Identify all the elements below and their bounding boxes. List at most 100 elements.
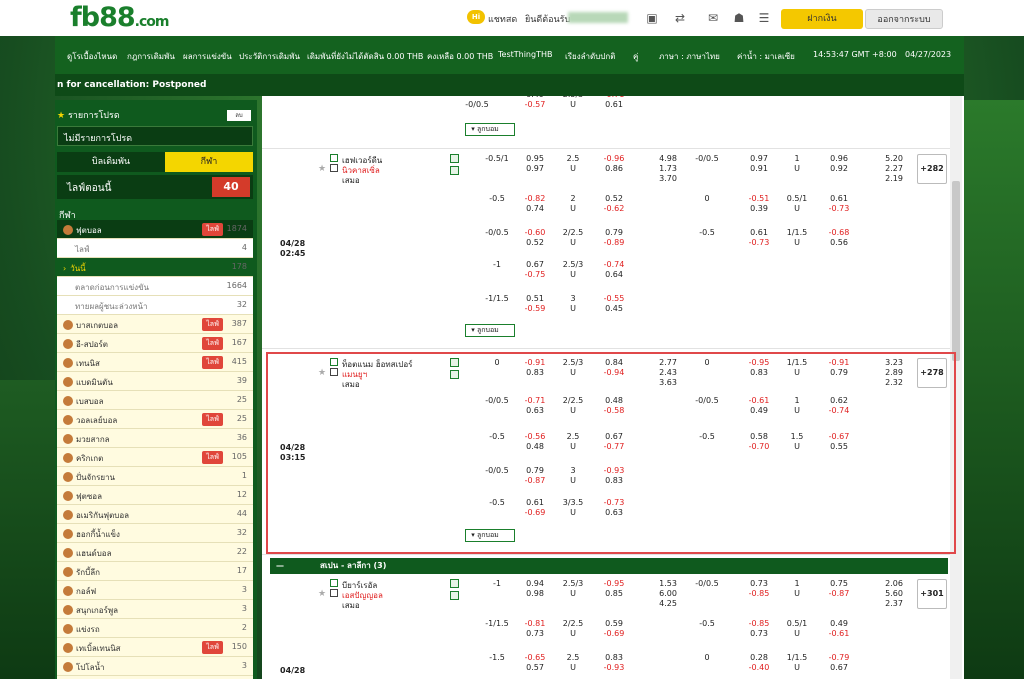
nav-item-history[interactable]: ประวัติการเดิมพัน <box>239 50 300 63</box>
sidebar-sport-row[interactable]: บาสเกตบอล ไลฟ์ 387 <box>57 315 253 334</box>
odds-cell[interactable]: -0.5 <box>687 619 727 628</box>
odds-cell[interactable]: -0.57 <box>524 100 546 109</box>
sidebar-sport-row[interactable]: เทนนิส ไลฟ์ 415 <box>57 353 253 372</box>
sidebar-sport-row[interactable]: กอล์ฟ 3 <box>57 581 253 600</box>
favorite-star-icon[interactable]: ★ <box>318 589 326 599</box>
odds-cell[interactable]: 0.61 <box>828 194 850 203</box>
odds-cell[interactable]: -0.85 <box>748 589 770 598</box>
odds-cell[interactable]: 0.51 <box>524 294 546 303</box>
site-logo[interactable]: fb88.com <box>70 2 169 33</box>
odds-cell[interactable]: U <box>562 663 584 672</box>
odds-cell[interactable]: 0 <box>687 194 727 203</box>
odds-cell[interactable]: 2 <box>562 194 584 203</box>
odds-cell[interactable]: 0.97 <box>748 154 770 163</box>
sidebar-sport-row[interactable]: ฮอกกี้น้ำแข็ง 32 <box>57 524 253 543</box>
league-header[interactable]: — สเปน - ลาลีกา (3) <box>270 558 948 574</box>
odds-cell[interactable]: 0.79 <box>600 228 628 237</box>
nav-item-unsettled[interactable]: เดิมพันที่ยังไม่ได้ตัดสิน 0.00 THB <box>307 50 423 63</box>
show-more-button[interactable]: ▾ ลูกบอม <box>465 123 515 136</box>
odds-cell[interactable]: 0.91 <box>748 164 770 173</box>
odds-cell[interactable]: 2.5/3 <box>562 260 584 269</box>
live-now-row[interactable]: ไลฟ์ตอนนี้ 40 <box>57 175 253 199</box>
odds-cell[interactable]: -0.59 <box>524 304 546 313</box>
language-dropdown[interactable]: ภาษา : ภาษาไทย <box>659 50 720 63</box>
odds-cell[interactable]: 2.5 <box>562 653 584 662</box>
odds-cell[interactable]: 2.5/3 <box>562 579 584 588</box>
odds-cell[interactable]: U <box>786 164 808 173</box>
odds-cell[interactable]: 3 <box>562 294 584 303</box>
odds-cell[interactable]: -0.85 <box>748 619 770 628</box>
odds-cell[interactable]: 0.94 <box>524 579 546 588</box>
nav-item-rules[interactable]: กฎการเดิมพัน <box>127 50 175 63</box>
sidebar-sport-row[interactable]: แข่งรถ 2 <box>57 619 253 638</box>
odds-cell[interactable]: -0/0.5 <box>687 579 727 588</box>
odds-cell[interactable]: -1.5 <box>482 653 512 662</box>
odds-cell[interactable]: 0.96 <box>828 154 850 163</box>
odds-cell[interactable]: -0.62 <box>600 204 628 213</box>
odds-cell[interactable]: 0.49 <box>828 619 850 628</box>
show-more-button[interactable]: ▾ ลูกบอม <box>465 324 515 337</box>
sidebar-sport-row[interactable]: แบดมินตัน 39 <box>57 372 253 391</box>
sidebar-sport-row[interactable]: แฮนด์บอล 22 <box>57 543 253 562</box>
sidebar-sport-row[interactable]: ไลฟ์ 4 <box>57 239 253 258</box>
odds-cell[interactable]: 0.95 <box>524 154 546 163</box>
odds-cell[interactable]: U <box>786 204 808 213</box>
odds-cell[interactable]: 4.98 <box>657 154 679 163</box>
sidebar-sport-row[interactable]: รักบี้ลีก 17 <box>57 562 253 581</box>
wallet-icon[interactable]: ▣ <box>644 10 660 26</box>
odds-cell[interactable]: -0.89 <box>600 238 628 247</box>
odds-cell[interactable]: U <box>786 629 808 638</box>
odds-cell[interactable]: -0.81 <box>524 619 546 628</box>
odds-cell[interactable]: 1/1.5 <box>786 653 808 662</box>
odds-cell[interactable]: -0.79 <box>828 653 850 662</box>
odds-cell[interactable]: 6.00 <box>657 589 679 598</box>
odds-cell[interactable]: -1/1.5 <box>482 294 512 303</box>
odds-cell[interactable]: -0.69 <box>600 629 628 638</box>
odds-cell[interactable]: 0.98 <box>524 589 546 598</box>
odds-cell[interactable]: 2/2.5 <box>562 619 584 628</box>
sidebar-sport-row[interactable]: โปโลน้ำ 3 <box>57 657 253 676</box>
more-markets-button[interactable]: +301 <box>917 579 947 609</box>
tab-sports[interactable]: กีฬา <box>165 152 253 172</box>
odds-cell[interactable]: 0.45 <box>600 304 628 313</box>
odds-dropdown[interactable]: ค่าน้ำ : มาเลเซีย <box>737 50 795 63</box>
odds-cell[interactable]: 2.37 <box>882 599 906 608</box>
odds-cell[interactable]: 0.5/1 <box>786 619 808 628</box>
odds-cell[interactable]: U <box>786 589 808 598</box>
odds-cell[interactable]: 0.74 <box>524 204 546 213</box>
odds-cell[interactable]: -0.73 <box>748 238 770 247</box>
odds-cell[interactable]: -1 <box>482 579 512 588</box>
odds-cell[interactable]: -0.55 <box>600 294 628 303</box>
odds-cell[interactable]: U <box>562 100 584 109</box>
sort-dropdown[interactable]: เรียงลำดับปกติ <box>565 50 615 63</box>
odds-cell[interactable]: -0.82 <box>524 194 546 203</box>
odds-cell[interactable]: U <box>562 164 584 173</box>
odds-cell[interactable]: 4.25 <box>657 599 679 608</box>
sidebar-sport-row[interactable]: ตลาดก่อนการแข่งขัน 1664 <box>57 277 253 296</box>
odds-cell[interactable]: U <box>562 589 584 598</box>
sidebar-sport-row[interactable]: เทเบิ้ลเทนนิส ไลฟ์ 150 <box>57 638 253 657</box>
sidebar-sport-row[interactable]: คริกเกต ไลฟ์ 105 <box>57 448 253 467</box>
odds-cell[interactable]: 0.92 <box>828 164 850 173</box>
sidebar-sport-row[interactable]: ฟุตซอล 12 <box>57 486 253 505</box>
odds-cell[interactable]: 0.57 <box>524 663 546 672</box>
odds-cell[interactable]: 0.52 <box>600 194 628 203</box>
odds-cell[interactable]: U <box>562 204 584 213</box>
odds-cell[interactable]: 0.73 <box>748 629 770 638</box>
odds-cell[interactable]: 0.75 <box>828 579 850 588</box>
odds-cell[interactable]: 1.53 <box>657 579 679 588</box>
stats-icon[interactable] <box>450 579 459 588</box>
stats-icon[interactable] <box>450 154 459 163</box>
odds-cell[interactable]: U <box>562 270 584 279</box>
odds-cell[interactable]: -0.71 <box>600 96 628 99</box>
favorites-edit-button[interactable]: ลบ <box>227 110 251 121</box>
odds-cell[interactable]: -0.61 <box>828 629 850 638</box>
sidebar-sport-row[interactable]: ทายผลผู้ชนะล่วงหน้า 32 <box>57 296 253 315</box>
user-icon[interactable]: ☗ <box>731 10 747 26</box>
promo-icon[interactable]: ✉ <box>702 10 724 26</box>
odds-cell[interactable]: 2.5/3 <box>562 96 584 99</box>
odds-cell[interactable]: 0.61 <box>748 228 770 237</box>
chat-icon[interactable]: Hi <box>467 10 485 24</box>
odds-cell[interactable]: -0.5 <box>687 228 727 237</box>
odds-cell[interactable]: 0.52 <box>524 238 546 247</box>
